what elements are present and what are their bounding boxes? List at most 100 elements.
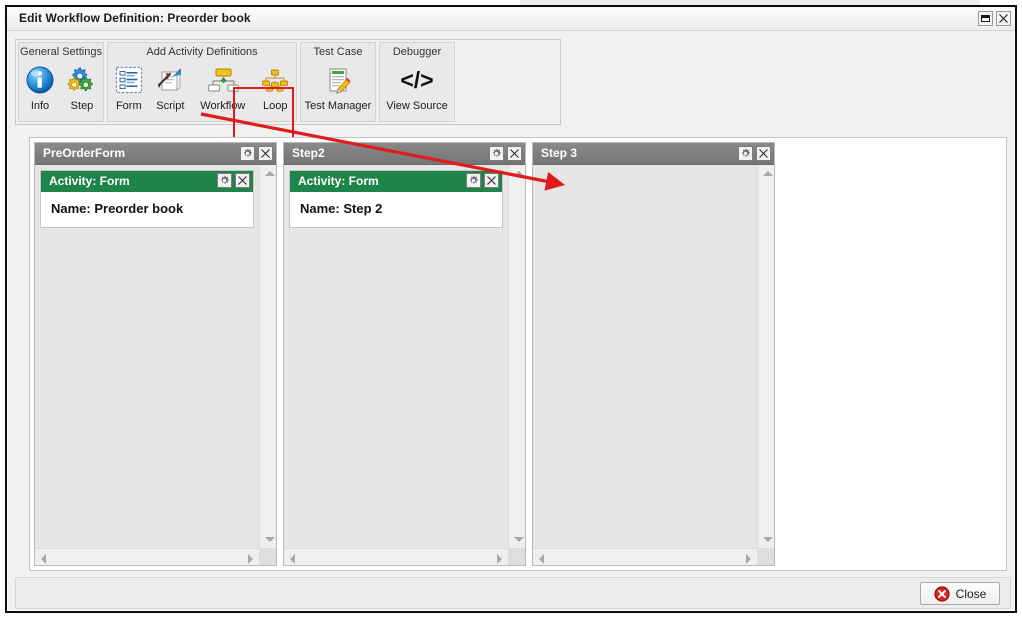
gear-icon[interactable]: [217, 173, 232, 188]
ribbon-button-view-source[interactable]: </> View Source: [382, 60, 452, 112]
activity-title: Activity: Form: [49, 174, 130, 188]
step-panel-step3: Step 3: [532, 142, 775, 566]
panel-header: PreOrderForm: [35, 143, 276, 165]
panel-title: PreOrderForm: [43, 146, 126, 160]
panel-horizontal-scrollbar[interactable]: [284, 548, 508, 565]
ribbon-button-label: Loop: [262, 100, 288, 112]
scroll-down-icon[interactable]: [514, 537, 524, 542]
panel-vertical-scrollbar[interactable]: [508, 165, 525, 548]
loop-icon: [259, 61, 291, 99]
activity-body: Name: Step 2: [290, 192, 502, 227]
scroll-up-icon[interactable]: [265, 171, 275, 176]
ribbon-button-loop[interactable]: Loop: [254, 60, 296, 112]
close-x-glyph: [510, 149, 519, 158]
form-icon: [114, 61, 144, 99]
panel-horizontal-scrollbar[interactable]: [35, 548, 259, 565]
step-panel-step2: Step2 Activity: Form Name: Step 2: [283, 142, 526, 566]
panel-body: [533, 165, 774, 565]
ribbon-toolbar: General Settings Info Step Add Activity …: [15, 39, 561, 157]
ribbon-button-script[interactable]: Script: [150, 60, 192, 112]
ribbon-button-workflow[interactable]: Workflow: [191, 60, 254, 112]
panel-content: Activity: Form: [35, 165, 259, 548]
ribbon-button-label: Script: [156, 100, 185, 112]
scroll-left-icon[interactable]: [290, 554, 295, 564]
workflow-canvas: PreOrderForm Activity: Form Name: Preord…: [29, 137, 1007, 571]
test-manager-icon: [323, 61, 353, 99]
panel-body: Activity: Form: [284, 165, 525, 565]
panel-body: Activity: Form: [35, 165, 276, 565]
activity-name-label: Name: Step 2: [300, 201, 383, 216]
scroll-down-icon[interactable]: [265, 537, 275, 542]
ribbon-group-general-settings: General Settings Info Step: [18, 42, 104, 122]
scroll-right-icon[interactable]: [248, 554, 253, 564]
scrollbar-corner: [757, 548, 774, 565]
ribbon-button-test-manager[interactable]: Test Manager: [303, 60, 373, 112]
panel-title: Step2: [292, 146, 325, 160]
gear-icon[interactable]: [466, 173, 481, 188]
activity-name-label: Name: Preorder book: [51, 201, 184, 216]
gear-icon[interactable]: [738, 146, 753, 161]
activity-card[interactable]: Activity: Form: [40, 170, 254, 228]
scroll-right-icon[interactable]: [497, 554, 502, 564]
gear-icon[interactable]: [489, 146, 504, 161]
desktop-background: Edit Workflow Definition: Preorder book …: [0, 0, 1022, 618]
close-icon[interactable]: [756, 146, 771, 161]
close-icon[interactable]: [258, 146, 273, 161]
panel-horizontal-scrollbar[interactable]: [533, 548, 757, 565]
panel-header: Step 3: [533, 143, 774, 165]
info-icon: [25, 61, 55, 99]
close-icon[interactable]: [235, 173, 250, 188]
close-x-glyph: [238, 176, 247, 185]
ribbon-button-label: View Source: [386, 100, 448, 112]
code-icon: </>: [391, 61, 443, 99]
workflow-icon: [207, 61, 239, 99]
activity-header: Activity: Form: [290, 171, 502, 192]
close-x-glyph: [261, 149, 270, 158]
scrollbar-corner: [259, 548, 276, 565]
maximize-icon[interactable]: [978, 11, 993, 26]
activity-header: Activity: Form: [41, 171, 253, 192]
scroll-left-icon[interactable]: [41, 554, 46, 564]
step-panel-preorderform: PreOrderForm Activity: Form Name: Preord…: [34, 142, 277, 566]
panel-title: Step 3: [541, 146, 578, 160]
scroll-up-icon[interactable]: [514, 171, 524, 176]
maximize-glyph: [981, 15, 990, 22]
panel-vertical-scrollbar[interactable]: [259, 165, 276, 548]
close-icon[interactable]: [996, 11, 1011, 26]
close-button-label: Close: [955, 586, 987, 601]
ribbon-group-title: Debugger: [392, 46, 442, 58]
edit-workflow-definition-dialog: Edit Workflow Definition: Preorder book …: [5, 5, 1017, 613]
error-circle-icon: [934, 585, 950, 602]
gear-glyph: [493, 148, 501, 157]
ribbon-group-debugger: Debugger </> View Source: [379, 42, 455, 122]
ribbon-button-form[interactable]: Form: [108, 60, 150, 112]
script-icon: [154, 61, 186, 99]
scrollbar-corner: [508, 548, 525, 565]
gear-glyph: [244, 148, 252, 157]
ribbon-button-label: Test Manager: [304, 100, 372, 112]
gear-glyph: [470, 175, 478, 184]
scroll-down-icon[interactable]: [763, 537, 773, 542]
panel-content: [533, 165, 757, 548]
dialog-footer: Close: [15, 577, 1011, 609]
ribbon-button-label: Workflow: [200, 100, 246, 112]
gear-icon[interactable]: [240, 146, 255, 161]
ribbon-button-step[interactable]: Step: [61, 60, 103, 112]
ribbon-button-info[interactable]: Info: [19, 60, 61, 112]
close-icon[interactable]: [507, 146, 522, 161]
ribbon-button-label: Form: [115, 100, 142, 112]
gear-glyph: [221, 175, 229, 184]
ribbon-group-title: Add Activity Definitions: [146, 46, 258, 58]
scroll-up-icon[interactable]: [763, 171, 773, 176]
close-button[interactable]: Close: [920, 582, 1000, 605]
scroll-right-icon[interactable]: [746, 554, 751, 564]
panel-vertical-scrollbar[interactable]: [757, 165, 774, 548]
activity-title: Activity: Form: [298, 174, 379, 188]
close-icon[interactable]: [484, 173, 499, 188]
activity-body: Name: Preorder book: [41, 192, 253, 227]
activity-card[interactable]: Activity: Form: [289, 170, 503, 228]
ribbon-button-label: Info: [30, 100, 50, 112]
title-bar: Edit Workflow Definition: Preorder book: [7, 7, 1015, 31]
gear-glyph: [742, 148, 750, 157]
scroll-left-icon[interactable]: [539, 554, 544, 564]
